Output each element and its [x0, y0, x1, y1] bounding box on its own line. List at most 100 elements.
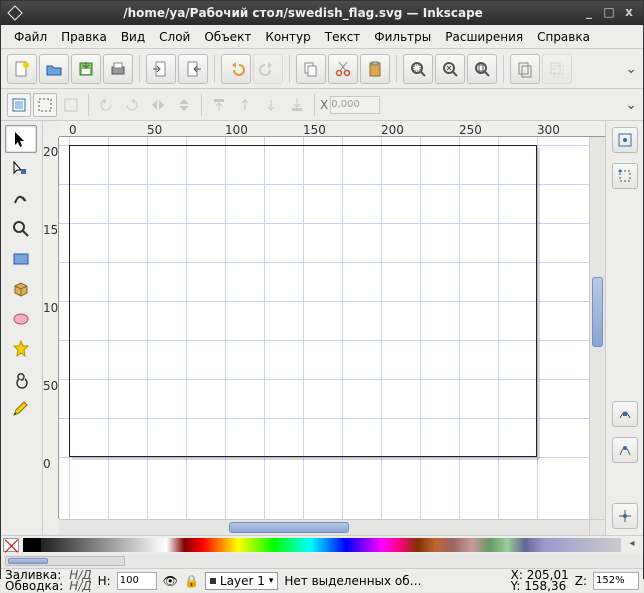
opacity-input[interactable] [117, 572, 157, 590]
x-input[interactable] [330, 96, 380, 114]
lower-button[interactable] [259, 93, 283, 117]
tool-options-bar: X ⌄ [1, 89, 643, 121]
ruler-x-tick: 250 [459, 123, 482, 137]
import-button[interactable] [146, 54, 176, 84]
minimize-button[interactable]: _ [581, 5, 597, 21]
tweak-tool[interactable] [5, 185, 37, 213]
x-label: X [320, 98, 328, 112]
export-button[interactable] [178, 54, 208, 84]
menu-bar: Файл Правка Вид Слой Объект Контур Текст… [1, 25, 643, 49]
close-button[interactable]: x [621, 5, 637, 21]
snap-bbox-button[interactable] [612, 163, 638, 189]
zoom-tool[interactable] [5, 215, 37, 243]
flip-v-button[interactable] [172, 93, 196, 117]
snap-enable-button[interactable] [612, 127, 638, 153]
select-toggle-button[interactable] [33, 93, 57, 117]
menu-layer[interactable]: Слой [159, 30, 190, 44]
page-boundary [69, 145, 537, 457]
status-bar: Заливка: Обводка: Н/Д Н/Д Н: 👁 🔒 Layer 1… [1, 568, 643, 592]
menu-text[interactable]: Текст [325, 30, 361, 44]
snap-path-button[interactable] [612, 437, 638, 463]
duplicate-button[interactable] [510, 54, 540, 84]
ellipse-tool[interactable] [5, 305, 37, 333]
undo-button[interactable] [221, 54, 251, 84]
raise-button[interactable] [233, 93, 257, 117]
menu-file[interactable]: Файл [14, 30, 47, 44]
zoom-page-button[interactable] [467, 54, 497, 84]
toolbar2-overflow[interactable]: ⌄ [625, 97, 637, 113]
ruler-y-tick: 150 [43, 223, 59, 237]
stroke-value[interactable]: Н/Д [69, 581, 91, 592]
palette-menu-button[interactable]: ◂ [625, 538, 639, 552]
cursor-y-label: Y: [511, 579, 521, 593]
rotate-cw-button[interactable] [120, 93, 144, 117]
new-button[interactable] [7, 54, 37, 84]
ruler-x-tick: 0 [69, 123, 77, 137]
rect-tool[interactable] [5, 245, 37, 273]
lock-icon[interactable]: 🔒 [184, 574, 199, 588]
app-icon [7, 5, 23, 21]
spiral-tool[interactable] [5, 365, 37, 393]
rotate-ccw-button[interactable] [94, 93, 118, 117]
window-titlebar: /home/ya/Рабочий стол/swedish_flag.svg —… [1, 1, 643, 25]
no-color-swatch[interactable] [3, 538, 19, 552]
snap-other-button[interactable] [612, 503, 638, 529]
raise-top-button[interactable] [207, 93, 231, 117]
copy-button[interactable] [296, 54, 326, 84]
menu-filters[interactable]: Фильтры [374, 30, 431, 44]
maximize-button[interactable]: □ [601, 5, 617, 21]
canvas-area: 0 50 100 150 200 250 300 200 150 100 50 … [43, 121, 605, 535]
ruler-y-tick: 50 [43, 379, 58, 393]
print-button[interactable] [103, 54, 133, 84]
box3d-tool[interactable] [5, 275, 37, 303]
cut-button[interactable] [328, 54, 358, 84]
ruler-x-tick: 200 [381, 123, 404, 137]
menu-view[interactable]: Вид [121, 30, 145, 44]
layer-selector[interactable]: Layer 1 ▾ [205, 572, 278, 590]
save-button[interactable] [71, 54, 101, 84]
window-title: /home/ya/Рабочий стол/swedish_flag.svg —… [29, 6, 577, 20]
zoom-drawing-button[interactable] [435, 54, 465, 84]
horizontal-scrollbar[interactable] [59, 519, 589, 535]
color-palette: ◂ [1, 535, 643, 554]
selector-tool[interactable] [5, 125, 37, 153]
snap-panel [605, 121, 643, 535]
paste-button[interactable] [360, 54, 390, 84]
visibility-icon[interactable]: 👁 [163, 574, 178, 588]
main-toolbar: ⌄ [1, 49, 643, 89]
node-tool[interactable] [5, 155, 37, 183]
menu-object[interactable]: Объект [204, 30, 251, 44]
toolbar-overflow[interactable]: ⌄ [625, 61, 637, 77]
flip-h-button[interactable] [146, 93, 170, 117]
deselect-button[interactable] [59, 93, 83, 117]
clone-button[interactable] [542, 54, 572, 84]
ruler-y-tick: 0 [43, 457, 51, 471]
canvas[interactable] [59, 137, 589, 519]
color-swatches[interactable] [23, 538, 621, 552]
ruler-vertical[interactable]: 200 150 100 50 0 [43, 137, 59, 519]
redo-button[interactable] [253, 54, 283, 84]
layer-name: Layer 1 [220, 574, 265, 588]
vertical-scrollbar[interactable] [589, 137, 605, 519]
select-all-layers-button[interactable] [7, 93, 31, 117]
menu-help[interactable]: Справка [537, 30, 590, 44]
snap-node-button[interactable] [612, 401, 638, 427]
x-coordinate-spin: X [320, 96, 380, 114]
menu-edit[interactable]: Правка [61, 30, 107, 44]
status-message: Нет выделенных об… [284, 574, 504, 588]
ruler-horizontal[interactable]: 0 50 100 150 200 250 300 [59, 121, 605, 137]
menu-extensions[interactable]: Расширения [445, 30, 523, 44]
menu-path[interactable]: Контур [265, 30, 310, 44]
zoom-selection-button[interactable] [403, 54, 433, 84]
lower-bottom-button[interactable] [285, 93, 309, 117]
palette-scrollbar[interactable] [5, 556, 125, 566]
ruler-x-tick: 300 [537, 123, 560, 137]
tools-panel [1, 121, 43, 535]
star-tool[interactable] [5, 335, 37, 363]
zoom-input[interactable] [593, 572, 639, 590]
opacity-label: Н: [98, 574, 111, 588]
ruler-x-tick: 100 [225, 123, 248, 137]
zoom-label: Z: [575, 574, 587, 588]
pencil-tool[interactable] [5, 395, 37, 423]
open-button[interactable] [39, 54, 69, 84]
